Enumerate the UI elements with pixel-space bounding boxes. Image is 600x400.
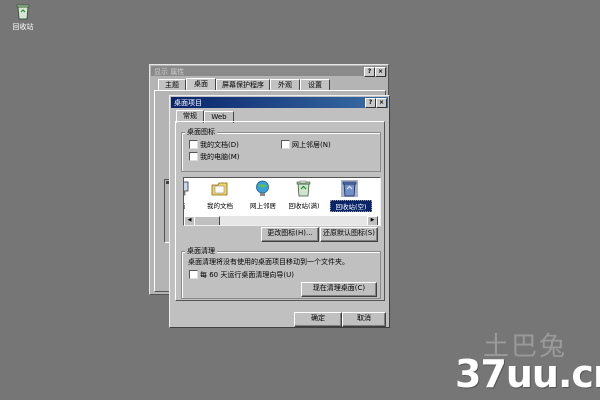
close-button[interactable]: × <box>375 67 386 77</box>
desktop-icons-group-title: 桌面图标 <box>185 127 217 137</box>
display-properties-title: 显示 属性 <box>154 68 185 76</box>
scroll-thumb[interactable] <box>194 216 220 225</box>
list-item-label: 我的文档 <box>207 202 233 210</box>
ok-button[interactable]: 确定 <box>294 312 342 327</box>
watermark-site-text: 37uu.cn <box>455 352 600 396</box>
cleanup-now-button[interactable]: 现在清理桌面(C) <box>301 282 377 297</box>
cleanup-wizard-label: 每 60 天运行桌面清理向导(U) <box>200 271 294 279</box>
list-item-label: 回收站(空) <box>330 200 372 212</box>
close-button[interactable]: × <box>376 98 387 108</box>
network-places-label: 网上邻居(N) <box>292 141 331 149</box>
my-documents-checkbox[interactable] <box>189 140 198 149</box>
list-item-label: 回收站(满) <box>288 202 320 210</box>
desktop-icon-list[interactable]: 脑 我的文档 网上邻居 回收站(满) <box>183 177 381 226</box>
list-item-label: 网上邻居 <box>250 202 276 210</box>
my-computer-label: 我的电脑(M) <box>200 153 240 161</box>
scroll-right-icon[interactable]: ▶ <box>367 216 378 225</box>
network-places-checkbox[interactable] <box>281 140 290 149</box>
desktop-items-dialog: 桌面项目 ? × 常规 Web 桌面图标 我的文档(D) 网上邻居(N) 我的电… <box>169 95 390 328</box>
recycle-bin-label: 回收站 <box>12 23 34 31</box>
restore-default-button[interactable]: 还原默认图标(S) <box>320 227 378 242</box>
cleanup-description: 桌面清理将没有使用的桌面项目移动到一个文件夹。 <box>188 258 349 266</box>
help-button[interactable]: ? <box>365 98 376 108</box>
change-icon-button[interactable]: 更改图标(H)... <box>261 227 319 242</box>
my-computer-icon <box>184 181 189 196</box>
network-places-icon <box>256 180 269 196</box>
my-computer-checkbox[interactable] <box>189 152 198 161</box>
display-properties-titlebar: 显示 属性 ? × <box>151 66 387 77</box>
recycle-bin-icon <box>16 4 30 20</box>
recycle-bin-empty-icon <box>341 180 358 197</box>
my-documents-icon <box>211 182 228 196</box>
desktop-recycle-bin[interactable]: 回收站 <box>8 2 38 32</box>
cleanup-wizard-checkbox[interactable] <box>189 270 198 279</box>
my-documents-label: 我的文档(D) <box>200 141 239 149</box>
icon-list-scrollbar[interactable]: ◀ ▶ <box>184 216 378 225</box>
desktop-items-title: 桌面项目 <box>174 99 202 107</box>
cancel-button[interactable]: 取消 <box>342 312 386 327</box>
help-button[interactable]: ? <box>364 67 375 77</box>
recycle-bin-full-icon <box>296 180 311 197</box>
desktop-items-titlebar: 桌面项目 ? × <box>171 97 388 108</box>
desktop-cleanup-group-title: 桌面清理 <box>185 246 217 256</box>
